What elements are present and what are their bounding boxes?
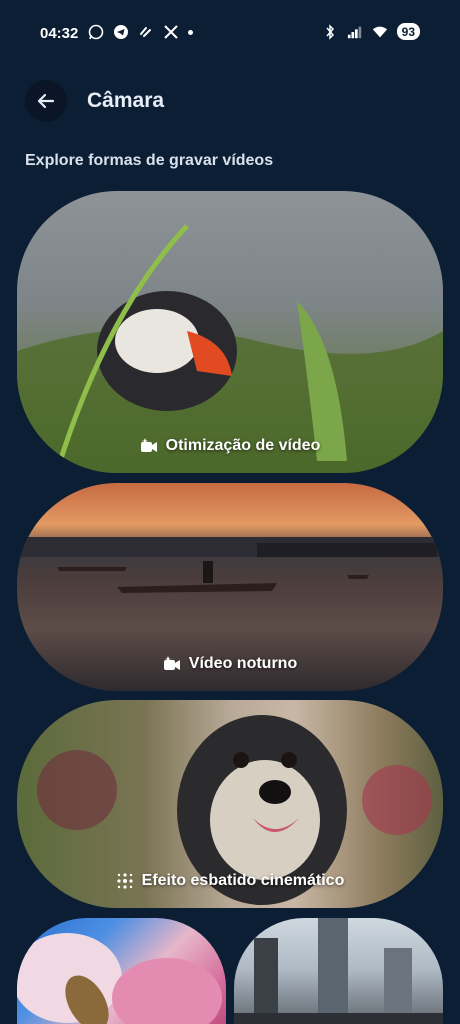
more-notifications-dot	[188, 29, 193, 35]
status-bar: 04:32 93	[0, 0, 460, 64]
video-optimization-card[interactable]: Otimização de vídeo	[17, 191, 443, 473]
card-label-text-3: Efeito esbatido cinemático	[141, 872, 345, 889]
wifi-icon	[372, 24, 388, 40]
city-video-card[interactable]	[234, 918, 443, 1024]
card-label-2: Vídeo noturno	[17, 655, 443, 673]
bluetooth-icon	[322, 23, 338, 40]
telegram-icon	[113, 24, 129, 40]
card-label-1: Otimização de vídeo	[17, 437, 443, 455]
blur-dots-icon	[117, 873, 133, 889]
notification-icons	[88, 24, 193, 40]
puffin-image	[17, 224, 443, 473]
card-label-3: Efeito esbatido cinemático	[17, 872, 443, 890]
header: Câmara	[0, 80, 460, 124]
battery-icon: 93	[396, 23, 420, 40]
arrow-back-icon	[37, 93, 55, 109]
card-label-text-1: Otimização de vídeo	[165, 437, 321, 454]
video-sparkle-icon	[163, 656, 180, 670]
link-icon	[138, 24, 154, 40]
x-icon	[163, 24, 179, 40]
status-right: 93	[322, 23, 420, 40]
cinematic-blur-card[interactable]: Efeito esbatido cinemático	[17, 700, 443, 908]
card-label-text-2: Vídeo noturno	[188, 655, 298, 672]
whatsapp-icon	[88, 24, 104, 40]
home-indicator	[180, 1010, 280, 1014]
night-video-card[interactable]: Vídeo noturno	[17, 483, 443, 691]
section-title: Explore formas de gravar vídeos	[25, 152, 274, 169]
page-title: Câmara	[87, 89, 165, 112]
status-time: 04:32	[40, 25, 79, 42]
city-image	[234, 918, 443, 1024]
video-sparkle-icon	[140, 438, 157, 452]
back-button[interactable]	[25, 80, 67, 122]
macro-video-card[interactable]	[17, 918, 226, 1024]
flower-image	[17, 933, 222, 1024]
signal-icon	[347, 24, 363, 40]
